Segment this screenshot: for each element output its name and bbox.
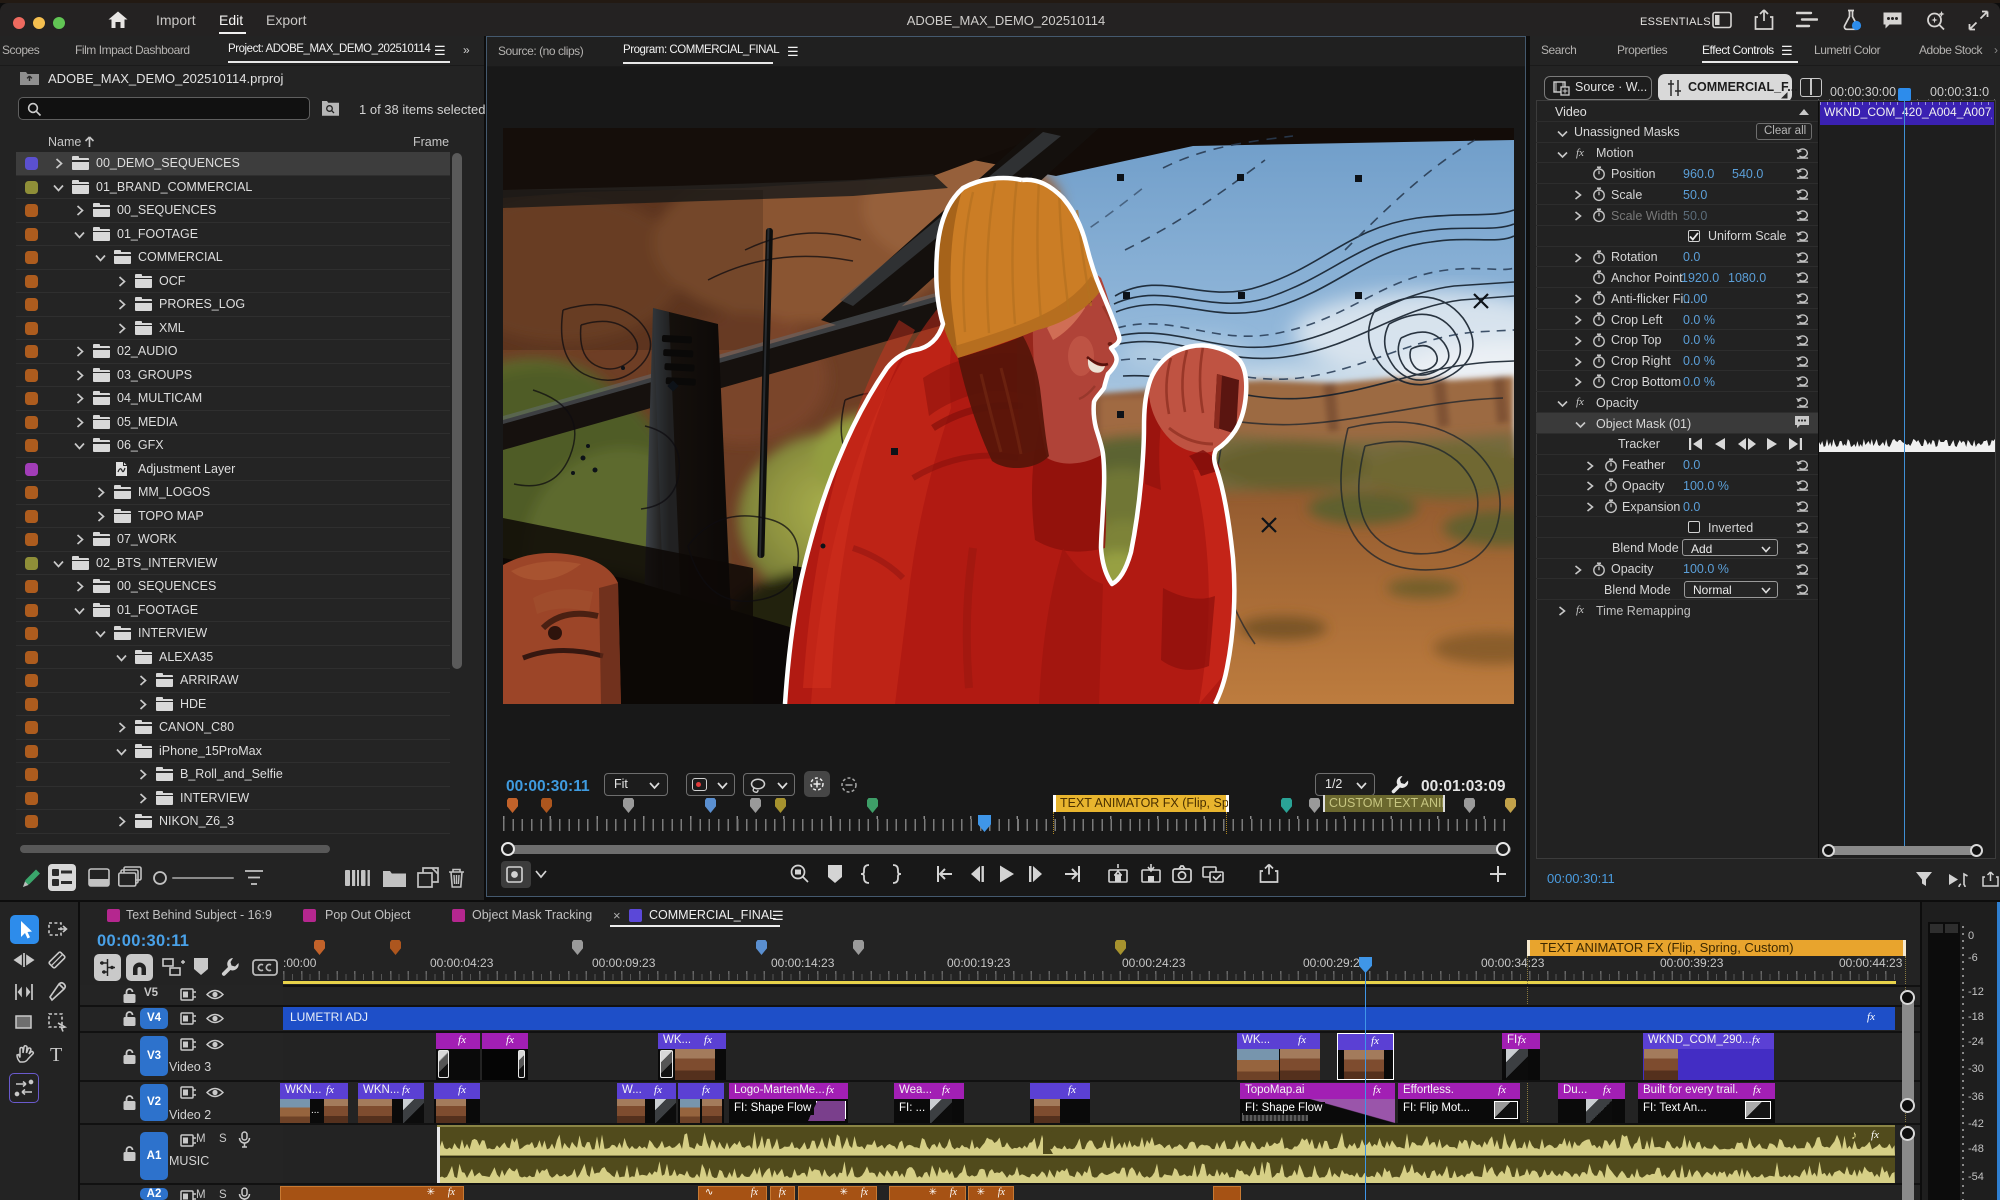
svg-text:T: T: [50, 1044, 62, 1066]
